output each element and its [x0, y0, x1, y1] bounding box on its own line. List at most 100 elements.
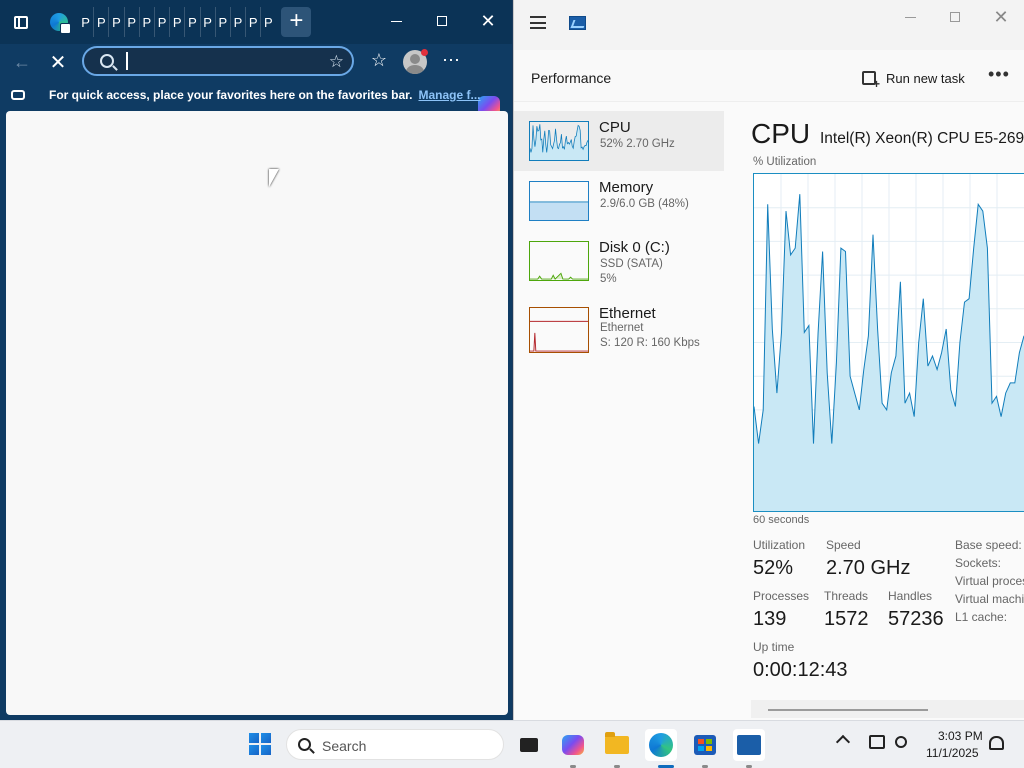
browser-tab[interactable]: P: [138, 7, 154, 37]
page-content[interactable]: [6, 111, 508, 715]
maximize-icon: [950, 12, 960, 22]
clock-time[interactable]: 3:03 PM: [938, 729, 983, 743]
base-speed-label: Base speed:: [955, 538, 1022, 552]
close-icon: ✕: [480, 11, 496, 31]
handles-label: Handles: [888, 589, 933, 603]
task-manager-window: ✕ Performance Run new task ••• CPU 52% 2…: [513, 0, 1024, 720]
browser-tab[interactable]: P: [214, 7, 230, 37]
sidebar-item-cpu[interactable]: CPU 52% 2.70 GHz: [514, 111, 724, 171]
volume-muted-icon[interactable]: [895, 736, 907, 748]
y-axis-label: % Utilization: [753, 156, 817, 168]
more-options-button[interactable]: •••: [988, 64, 1010, 85]
minimize-button[interactable]: [374, 6, 418, 36]
network-icon[interactable]: [869, 735, 885, 749]
x-axis-label: 60 seconds: [753, 514, 810, 526]
detail-title: CPU: [751, 118, 811, 149]
close-icon: ✕: [993, 7, 1009, 27]
taskbar: Search 3:03 PM 11/1/2025: [0, 720, 1024, 768]
back-button[interactable]: ←: [8, 52, 36, 73]
close-button[interactable]: ✕: [978, 8, 1024, 26]
speed-label: Speed: [826, 538, 861, 552]
add-favorite-star-icon[interactable]: ☆: [329, 52, 344, 72]
clock-date[interactable]: 11/1/2025: [926, 746, 979, 760]
copilot-taskbar-icon[interactable]: [557, 729, 589, 761]
browser-tab[interactable]: P: [153, 7, 169, 37]
sidebar-item-disk[interactable]: Disk 0 (C:) SSD (SATA) 5%: [514, 231, 724, 291]
close-button[interactable]: ✕: [466, 6, 510, 36]
browser-tab[interactable]: P: [108, 7, 123, 37]
virtual-processors-label: Virtual proces: [955, 574, 1024, 588]
settings-more-button[interactable]: ⋯: [439, 50, 463, 71]
search-icon: [100, 54, 114, 68]
maximize-button[interactable]: [420, 6, 464, 36]
maximize-button[interactable]: [932, 8, 978, 26]
page-title: Performance: [531, 70, 612, 86]
sidebar-item-detail-2: S: 120 R: 160 Kbps: [600, 337, 700, 349]
hamburger-menu-icon[interactable]: [530, 16, 546, 29]
speed-value: 2.70 GHz: [826, 557, 911, 579]
edge-toolbar: ← ✕ ☆ ☆ ⋯: [0, 44, 512, 116]
disk-mini-graph: [529, 241, 589, 281]
favorites-bar: For quick access, place your favorites h…: [0, 82, 512, 108]
run-new-task-button[interactable]: Run new task: [862, 68, 965, 91]
browser-tab[interactable]: P: [199, 7, 215, 37]
manage-favorites-link[interactable]: Manage f...: [418, 88, 480, 102]
page-header: Performance Run new task •••: [514, 50, 1024, 102]
sidebar-item-detail: SSD (SATA): [600, 258, 663, 270]
favorites-bar-icon: [11, 90, 25, 100]
cpu-model-name: Intel(R) Xeon(R) CPU E5-2697: [820, 130, 1024, 147]
uptime-value: 0:00:12:43: [753, 659, 848, 681]
browser-tab[interactable]: P: [245, 7, 260, 37]
new-tab-button[interactable]: +: [281, 7, 312, 37]
sockets-label: Sockets:: [955, 556, 1002, 570]
start-button[interactable]: [249, 733, 271, 755]
show-hidden-icons-chevron-icon[interactable]: [835, 734, 851, 750]
sidebar-item-ethernet[interactable]: Ethernet Ethernet S: 120 R: 160 Kbps: [514, 297, 724, 357]
horizontal-scrollbar[interactable]: [751, 700, 1024, 718]
browser-tab[interactable]: P: [229, 7, 245, 37]
tab-actions-menu-icon[interactable]: [6, 7, 36, 37]
task-manager-app-icon: [569, 16, 586, 30]
cpu-mini-graph: [529, 121, 589, 161]
processes-value: 139: [753, 608, 787, 630]
sidebar-item-label: Memory: [599, 179, 654, 196]
stop-loading-button[interactable]: ✕: [44, 50, 72, 75]
run-new-task-label: Run new task: [886, 70, 965, 86]
sidebar-item-memory[interactable]: Memory 2.9/6.0 GB (48%): [514, 171, 724, 231]
task-view-icon[interactable]: [513, 729, 545, 761]
notifications-bell-icon[interactable]: [989, 736, 1004, 750]
utilization-value: 52%: [753, 557, 794, 579]
store-icon[interactable]: [689, 729, 721, 761]
browser-tab[interactable]: P: [260, 7, 275, 37]
minimize-button[interactable]: [887, 8, 933, 26]
minimize-icon: [904, 16, 916, 18]
browser-tab[interactable]: P: [123, 7, 139, 37]
utilization-label: Utilization: [753, 538, 806, 552]
active-tab[interactable]: [44, 7, 74, 37]
tab-list: PPPPPPPPPPPPP: [78, 7, 275, 37]
address-input[interactable]: [126, 52, 306, 70]
taskbar-search[interactable]: Search: [286, 729, 504, 760]
sidebar-item-label: Disk 0 (C:): [599, 239, 670, 256]
ethernet-mini-graph: [529, 307, 589, 353]
search-placeholder: Search: [322, 738, 367, 754]
run-task-icon: [862, 71, 880, 91]
browser-tab[interactable]: P: [184, 7, 199, 37]
sidebar-item-detail: Ethernet: [600, 322, 644, 334]
memory-mini-graph: [529, 181, 589, 221]
edge-logo-icon: [50, 13, 71, 34]
file-explorer-icon[interactable]: [601, 729, 633, 761]
browser-tab[interactable]: P: [169, 7, 184, 37]
browser-tab[interactable]: P: [93, 7, 108, 37]
virtual-machine-label: Virtual machi: [955, 592, 1024, 606]
task-manager-taskbar-icon[interactable]: [733, 729, 765, 761]
sidebar-item-detail-2: 5%: [600, 273, 617, 285]
favorites-icon[interactable]: ☆: [367, 50, 391, 71]
edge-taskbar-icon[interactable]: [645, 729, 677, 761]
l1-cache-label: L1 cache:: [955, 610, 1008, 624]
address-bar[interactable]: ☆: [82, 46, 354, 76]
sidebar-item-detail: 2.9/6.0 GB (48%): [600, 198, 689, 210]
uptime-label: Up time: [753, 640, 795, 654]
processes-label: Processes: [753, 589, 810, 603]
browser-tab[interactable]: P: [78, 7, 93, 37]
